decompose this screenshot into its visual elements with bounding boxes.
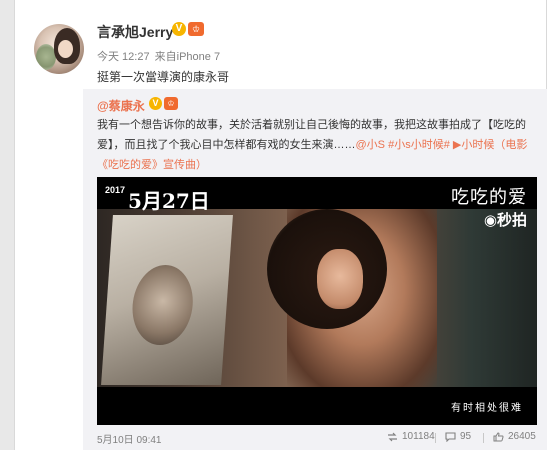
divider [483,433,484,443]
repost-time[interactable]: 5月10日 09:41 [97,431,162,446]
video-date: 5月27日 [128,189,210,213]
hashtag-link[interactable]: #小s小时候# [388,139,450,151]
repost-author-link[interactable]: @蔡康永 [97,97,145,114]
repost-text-line1: 我有一个想告诉你的故事，关於活着就别让自己後悔的故事，我把这故事拍成了【吃吃的 [97,119,526,131]
repost-box: @蔡康永 V ♔ 我有一个想告诉你的故事，关於活着就别让自己後悔的故事，我把这故… [83,89,547,450]
video-brand: 秒拍 [496,212,527,229]
mention-link[interactable]: @小S [356,139,386,151]
repost-button[interactable]: 101184 [387,431,435,442]
repost-verified-badge-icon: V [149,97,162,110]
miaopai-logo: ◉秒拍 [483,212,527,229]
post-source: 来自iPhone 7 [154,51,221,63]
repost-text-line2-prefix: 爱】，而且找了个我心目中怎样都有戏的女生来演…… [97,139,356,151]
repost-footer: 5月10日 09:41 101184 95 26405 [97,431,547,447]
video-brand-overlay: 吃吃的爱 ◉秒拍 [451,183,527,230]
video-year: 2017 [105,185,126,195]
comment-button[interactable]: 95 [445,431,471,442]
repost-count: 101184 [402,431,435,442]
poster-image [101,215,233,385]
comment-icon [445,431,456,442]
video-player[interactable]: 2017 5月27日 吃吃的爱 ◉秒拍 有时相处很难 [97,177,537,425]
avatar[interactable] [34,24,84,74]
repost-member-crown-icon: ♔ [164,97,178,110]
thumbs-up-icon [493,431,504,441]
like-count: 26405 [508,431,536,442]
post-meta: 今天 12:27 来自iPhone 7 [97,48,222,64]
verified-badge-icon: V [172,22,186,36]
like-button[interactable]: 26405 [493,431,536,442]
video-title: 吃吃的爱 [451,187,527,208]
post-text: 挺第一次當導演的康永哥 [97,70,230,84]
video-frame [97,209,537,387]
video-date-overlay: 2017 5月27日 [105,185,210,214]
divider [435,433,436,443]
repost-text: 我有一个想告诉你的故事，关於活着就别让自己後悔的故事，我把这故事拍成了【吃吃的 … [97,115,537,175]
video-subtitle: 有时相处很难 [451,403,523,414]
weibo-post-card: 言承旭Jerry V ♔ 今天 12:27 来自iPhone 7 挺第一次當導演… [14,0,547,450]
member-crown-icon: ♔ [188,22,204,36]
video-link-label: 小时候 [461,139,495,151]
post-username[interactable]: 言承旭Jerry [97,22,173,42]
video-link[interactable]: ▶小时候 [453,139,494,151]
comment-count: 95 [460,431,472,442]
repost-icon [388,432,397,441]
repost-text-line2: 爱】，而且找了个我心目中怎样都有戏的女生来演……@小S #小s小时候# ▶小时候… [97,135,537,175]
post-time[interactable]: 今天 12:27 [97,51,150,63]
